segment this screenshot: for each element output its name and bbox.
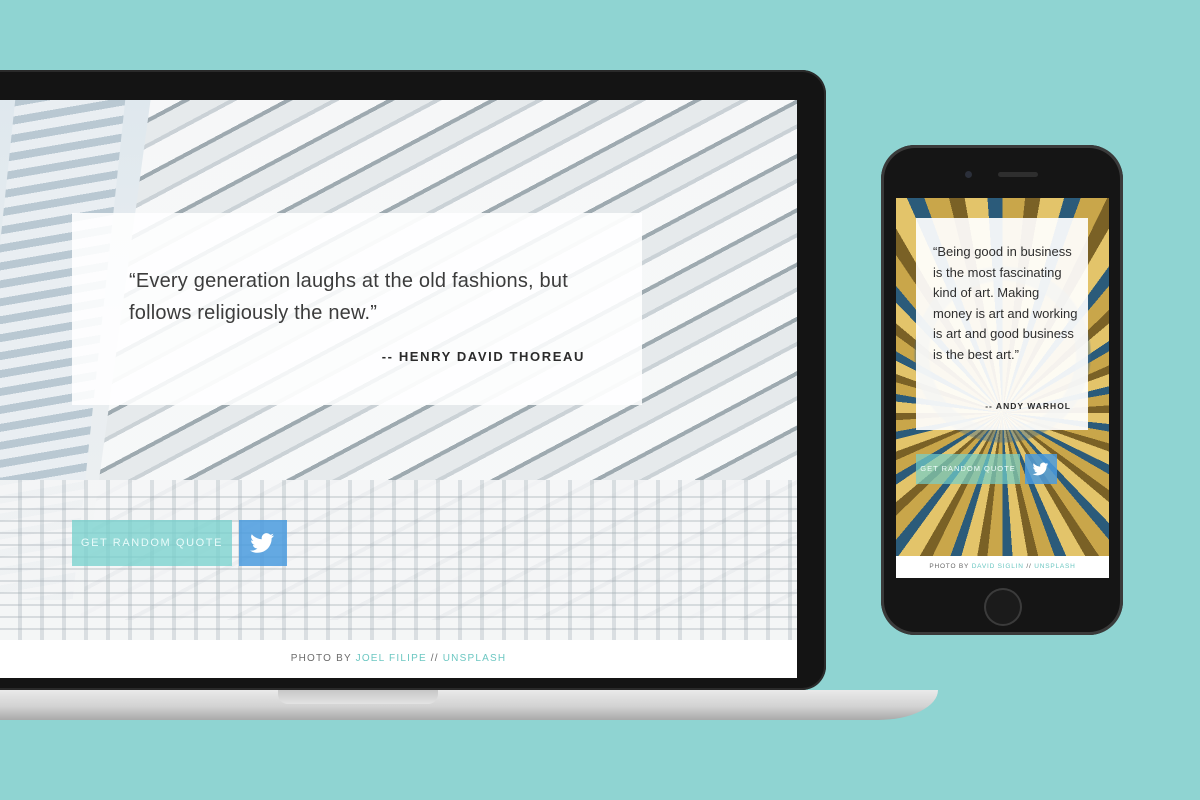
- phone-speaker: [998, 172, 1038, 177]
- mobile-get-random-quote-button[interactable]: GET RANDOM QUOTE: [916, 454, 1020, 484]
- tweet-button[interactable]: [239, 520, 287, 566]
- photographer-link[interactable]: JOEL FILIPE: [356, 653, 427, 664]
- mobile-photo-credit-prefix: PHOTO BY: [929, 563, 970, 570]
- quote-text: “Every generation laughs at the old fash…: [129, 270, 568, 324]
- photo-credit-footer: PHOTO BY JOEL FILIPE // UNSPLASH: [0, 640, 797, 678]
- phone-home-button: [984, 588, 1022, 626]
- mobile-quote-text: “Being good in business is the most fasc…: [933, 244, 1078, 362]
- photo-credit-prefix: PHOTO BY: [290, 653, 352, 664]
- quote-card: “Every generation laughs at the old fash…: [72, 213, 642, 405]
- phone-screen: “Being good in business is the most fasc…: [896, 198, 1109, 578]
- mobile-photo-credit-footer: PHOTO BY DAVID SIGLIN // UNSPLASH: [896, 556, 1109, 578]
- laptop-notch: [278, 690, 438, 704]
- mobile-hero-background-image: “Being good in business is the most fasc…: [896, 198, 1109, 556]
- mobile-photographer-link[interactable]: DAVID SIGLIN: [972, 563, 1024, 570]
- mobile-credit-separator: //: [1026, 563, 1032, 570]
- mobile-tweet-button[interactable]: [1025, 454, 1057, 484]
- phone-camera: [965, 171, 972, 178]
- twitter-bird-icon: [250, 533, 274, 553]
- unsplash-link[interactable]: UNSPLASH: [443, 653, 507, 664]
- credit-separator: //: [430, 653, 439, 664]
- mobile-unsplash-link[interactable]: UNSPLASH: [1034, 563, 1075, 570]
- mobile-quote-author: -- ANDY WARHOL: [985, 401, 1071, 411]
- twitter-bird-icon: [1032, 462, 1049, 476]
- quote-author: -- HENRY DAVID THOREAU: [381, 349, 585, 364]
- laptop-base: [0, 690, 938, 720]
- mobile-quote-card: “Being good in business is the most fasc…: [916, 218, 1088, 430]
- hero-background-image: “Every generation laughs at the old fash…: [0, 100, 797, 640]
- laptop-screen: “Every generation laughs at the old fash…: [0, 100, 797, 678]
- get-random-quote-button[interactable]: GET RANDOM QUOTE: [72, 520, 232, 566]
